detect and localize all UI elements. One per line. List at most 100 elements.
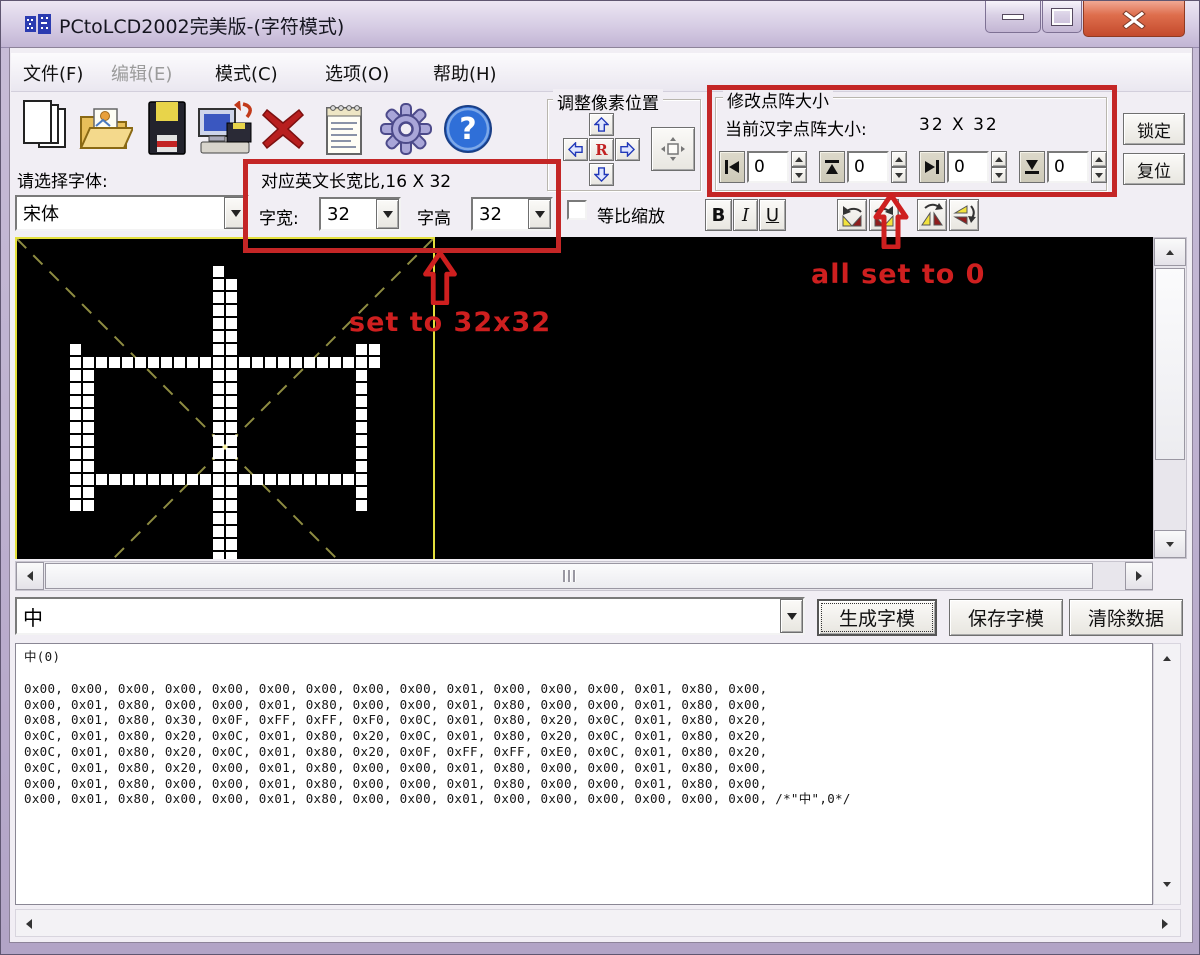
center-glyph-button[interactable] [651,127,695,171]
pad-right-input[interactable]: 0 [947,151,989,183]
menu-help[interactable]: 帮助(H) [433,60,497,86]
canvas-hscroll-thumb[interactable] [45,563,1093,589]
char-width-combobox[interactable]: 32 [319,197,401,231]
edit-area-border [15,237,435,559]
canvas-vscroll-thumb[interactable] [1155,268,1185,460]
char-input-combobox[interactable]: 中 [15,597,805,635]
open-file-icon[interactable] [79,103,133,155]
move-right-button[interactable] [615,138,640,161]
char-height-label: 字高 [417,209,451,229]
matrix-current-value: 32 X 32 [919,115,999,135]
generate-button[interactable]: 生成字模 [817,599,937,636]
menu-options[interactable]: 选项(O) [325,60,389,86]
matrix-size-title: 修改点阵大小 [723,87,833,112]
save-to-pc-icon[interactable] [197,101,255,155]
output-scroll-up-icon[interactable] [1163,656,1171,661]
app-window: PCtoLCD2002完美版-(字符模式) 文件(F) 编辑(E) 模式(C) … [0,0,1200,955]
canvas-scroll-up-button[interactable] [1154,238,1186,266]
output-header: 中(0) [24,649,61,664]
reset-button[interactable]: 复位 [1123,153,1185,185]
flip-vertical-button[interactable] [949,199,979,231]
pad-bottom-button[interactable] [1019,151,1045,183]
flip-horizontal-button[interactable] [917,199,947,231]
scroll-right-icon [1136,571,1142,581]
settings-gear-icon[interactable] [379,101,433,157]
pad-right-spinner[interactable] [991,151,1007,183]
matrix-current-label: 当前汉字点阵大小: [725,120,867,140]
maximize-button[interactable] [1042,1,1082,33]
center-glyph-icon [661,137,685,161]
char-height-value: 32 [473,199,528,229]
canvas-hscrollbar[interactable] [15,561,1153,591]
menu-mode[interactable]: 模式(C) [215,60,278,86]
annotation-arrow-size [423,251,457,305]
pad-bottom-input[interactable]: 0 [1047,151,1089,183]
help-icon[interactable]: ? [441,103,495,155]
down-arrow-icon [594,167,609,182]
font-combobox-value: 宋体 [17,197,224,229]
flip-horizontal-icon [921,203,943,226]
font-combobox[interactable]: 宋体 [15,195,249,231]
pad-top-spinner[interactable] [891,151,907,183]
pad-bottom-icon [1025,160,1039,174]
reset-position-button[interactable]: R [589,138,614,161]
output-scroll-right-icon[interactable] [1162,919,1168,929]
italic-button[interactable]: I [733,199,758,231]
output-vscrollbar[interactable] [1153,643,1181,905]
canvas-vscrollbar[interactable] [1153,237,1187,559]
underline-button[interactable]: U [759,199,786,231]
title-bar[interactable]: PCtoLCD2002完美版-(字符模式) [1,1,1199,48]
app-icon [25,14,51,34]
pad-top-button[interactable] [819,151,845,183]
output-scroll-down-icon[interactable] [1163,882,1171,887]
rotate-left-button[interactable] [837,199,867,231]
canvas-scroll-left-button[interactable] [16,562,44,590]
pad-bottom-spinner[interactable] [1091,151,1107,183]
output-panel[interactable]: 中(0) 0x00, 0x00, 0x00, 0x00, 0x00, 0x00,… [15,643,1153,905]
char-height-arrow[interactable] [528,199,551,229]
font-select-label: 请选择字体: [17,172,108,192]
move-left-button[interactable] [563,138,588,161]
output-scroll-left-icon[interactable] [26,919,32,929]
canvas-scroll-down-button[interactable] [1154,530,1186,558]
maximize-icon [1051,7,1073,26]
menu-file[interactable]: 文件(F) [23,60,83,86]
save-font-button[interactable]: 保存字模 [949,599,1063,636]
lock-button[interactable]: 锁定 [1123,113,1185,145]
scroll-left-icon [27,571,33,581]
svg-text:?: ? [459,112,476,147]
pad-top-input[interactable]: 0 [847,151,889,183]
close-button[interactable] [1083,1,1185,37]
view-code-icon[interactable] [323,101,365,157]
bold-button[interactable]: B [705,199,732,231]
char-width-label: 字宽: [259,209,299,229]
char-width-arrow[interactable] [376,199,399,229]
new-file-icon[interactable] [19,99,71,157]
scale-lock-checkbox[interactable] [567,200,587,220]
move-up-button[interactable] [589,113,614,136]
scale-lock-label: 等比缩放 [597,207,665,227]
window-title: PCtoLCD2002完美版-(字符模式) [59,16,345,38]
pad-left-button[interactable] [719,151,745,183]
annotation-set-size: set to 32x32 [349,307,552,338]
delete-icon[interactable] [261,107,305,151]
close-icon [1122,9,1146,29]
canvas-scroll-right-button[interactable] [1125,562,1153,590]
pad-right-button[interactable] [919,151,945,183]
save-icon[interactable] [147,99,187,157]
char-input-arrow[interactable] [780,599,803,633]
pad-left-input[interactable]: 0 [747,151,789,183]
menu-edit[interactable]: 编辑(E) [111,60,172,86]
ratio-label: 对应英文长宽比,16 X 32 [261,172,452,192]
font-combobox-arrow[interactable] [224,197,247,229]
output-hscrollbar[interactable] [15,909,1181,937]
move-down-button[interactable] [589,163,614,186]
char-height-combobox[interactable]: 32 [471,197,553,231]
pad-left-spinner[interactable] [791,151,807,183]
pixel-grid[interactable] [17,239,433,559]
scroll-down-icon [1166,541,1174,547]
minimize-button[interactable] [985,1,1041,33]
right-arrow-icon [620,142,635,157]
rotate-left-icon [842,206,862,227]
clear-data-button[interactable]: 清除数据 [1069,599,1183,636]
